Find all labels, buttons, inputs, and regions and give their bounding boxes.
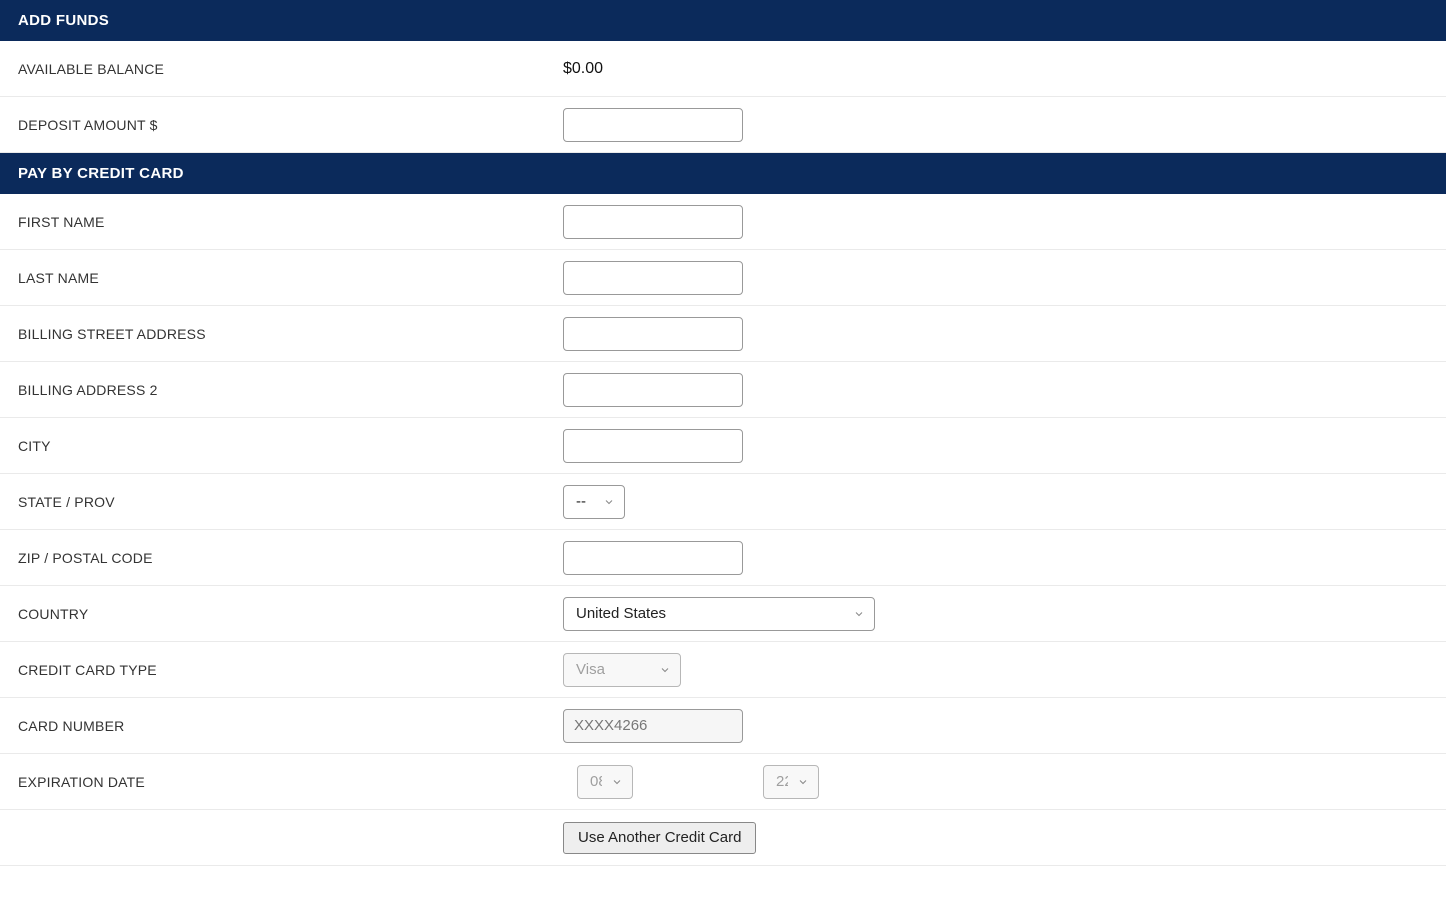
- first-name-label: FIRST NAME: [18, 214, 563, 230]
- available-balance-label: AVAILABLE BALANCE: [18, 61, 563, 77]
- deposit-amount-label: DEPOSIT AMOUNT $: [18, 117, 563, 133]
- row-city: CITY: [0, 418, 1446, 474]
- last-name-input[interactable]: [563, 261, 743, 295]
- country-select[interactable]: United States: [563, 597, 875, 631]
- billing2-input[interactable]: [563, 373, 743, 407]
- card-type-label: CREDIT CARD TYPE: [18, 662, 563, 678]
- row-available-balance: AVAILABLE BALANCE $0.00: [0, 41, 1446, 97]
- row-card-number: CARD NUMBER: [0, 698, 1446, 754]
- row-expiration: EXPIRATION DATE 08 22: [0, 754, 1446, 810]
- card-number-label: CARD NUMBER: [18, 718, 563, 734]
- row-zip: ZIP / POSTAL CODE: [0, 530, 1446, 586]
- city-input[interactable]: [563, 429, 743, 463]
- zip-input[interactable]: [563, 541, 743, 575]
- billing-street-input[interactable]: [563, 317, 743, 351]
- billing-street-label: BILLING STREET ADDRESS: [18, 326, 563, 342]
- row-first-name: FIRST NAME: [0, 194, 1446, 250]
- row-billing2: BILLING ADDRESS 2: [0, 362, 1446, 418]
- exp-month-select: 08: [577, 765, 633, 799]
- row-country: COUNTRY United States: [0, 586, 1446, 642]
- available-balance-value: $0.00: [563, 60, 603, 78]
- section-header-pay-card: PAY BY CREDIT CARD: [0, 153, 1446, 194]
- deposit-amount-input[interactable]: [563, 108, 743, 142]
- state-label: STATE / PROV: [18, 494, 563, 510]
- zip-label: ZIP / POSTAL CODE: [18, 550, 563, 566]
- card-type-select: Visa: [563, 653, 681, 687]
- last-name-label: LAST NAME: [18, 270, 563, 286]
- section-header-add-funds: ADD FUNDS: [0, 0, 1446, 41]
- exp-year-select: 22: [763, 765, 819, 799]
- card-number-input: [563, 709, 743, 743]
- use-another-card-button[interactable]: Use Another Credit Card: [563, 822, 756, 854]
- expiration-label: EXPIRATION DATE: [18, 774, 563, 790]
- city-label: CITY: [18, 438, 563, 454]
- row-state: STATE / PROV --: [0, 474, 1446, 530]
- row-billing-street: BILLING STREET ADDRESS: [0, 306, 1446, 362]
- country-label: COUNTRY: [18, 606, 563, 622]
- billing2-label: BILLING ADDRESS 2: [18, 382, 563, 398]
- row-last-name: LAST NAME: [0, 250, 1446, 306]
- row-deposit-amount: DEPOSIT AMOUNT $: [0, 97, 1446, 153]
- row-use-another: Use Another Credit Card: [0, 810, 1446, 866]
- first-name-input[interactable]: [563, 205, 743, 239]
- state-select[interactable]: --: [563, 485, 625, 519]
- row-card-type: CREDIT CARD TYPE Visa: [0, 642, 1446, 698]
